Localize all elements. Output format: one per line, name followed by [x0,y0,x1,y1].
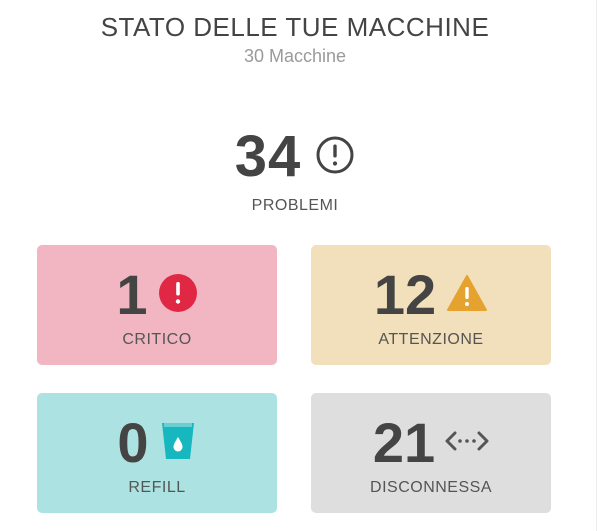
critical-card[interactable]: 1 CRITICO [37,245,277,365]
critical-count: 1 [116,263,148,326]
refill-card[interactable]: 0 REFILL [37,393,277,513]
right-divider [596,0,597,531]
warning-card[interactable]: 12 ATTENZIONE [311,245,551,365]
critical-alert-icon [158,273,198,318]
total-problems: 34 [0,128,590,186]
disconnected-label: DISCONNESSA [370,479,492,496]
total-problems-label: PROBLEMI [251,197,339,214]
warning-triangle-icon [446,273,488,318]
warning-label: ATTENZIONE [378,331,484,348]
page-title: STATO DELLE TUE MACCHINE [100,12,490,42]
disconnected-arrows-icon [445,429,489,458]
disconnected-count: 21 [372,411,436,474]
critical-label: CRITICO [122,331,192,348]
alert-circle-icon [315,135,355,180]
disconnected-card[interactable]: 21 DISCONNESSA [311,393,551,513]
machine-count: 30 Macchine [243,46,347,66]
refill-count: 0 [117,411,149,474]
total-problems-count: 34 [234,124,302,189]
warning-count: 12 [373,263,437,326]
water-cup-icon [159,420,197,467]
refill-label: REFILL [128,479,186,496]
